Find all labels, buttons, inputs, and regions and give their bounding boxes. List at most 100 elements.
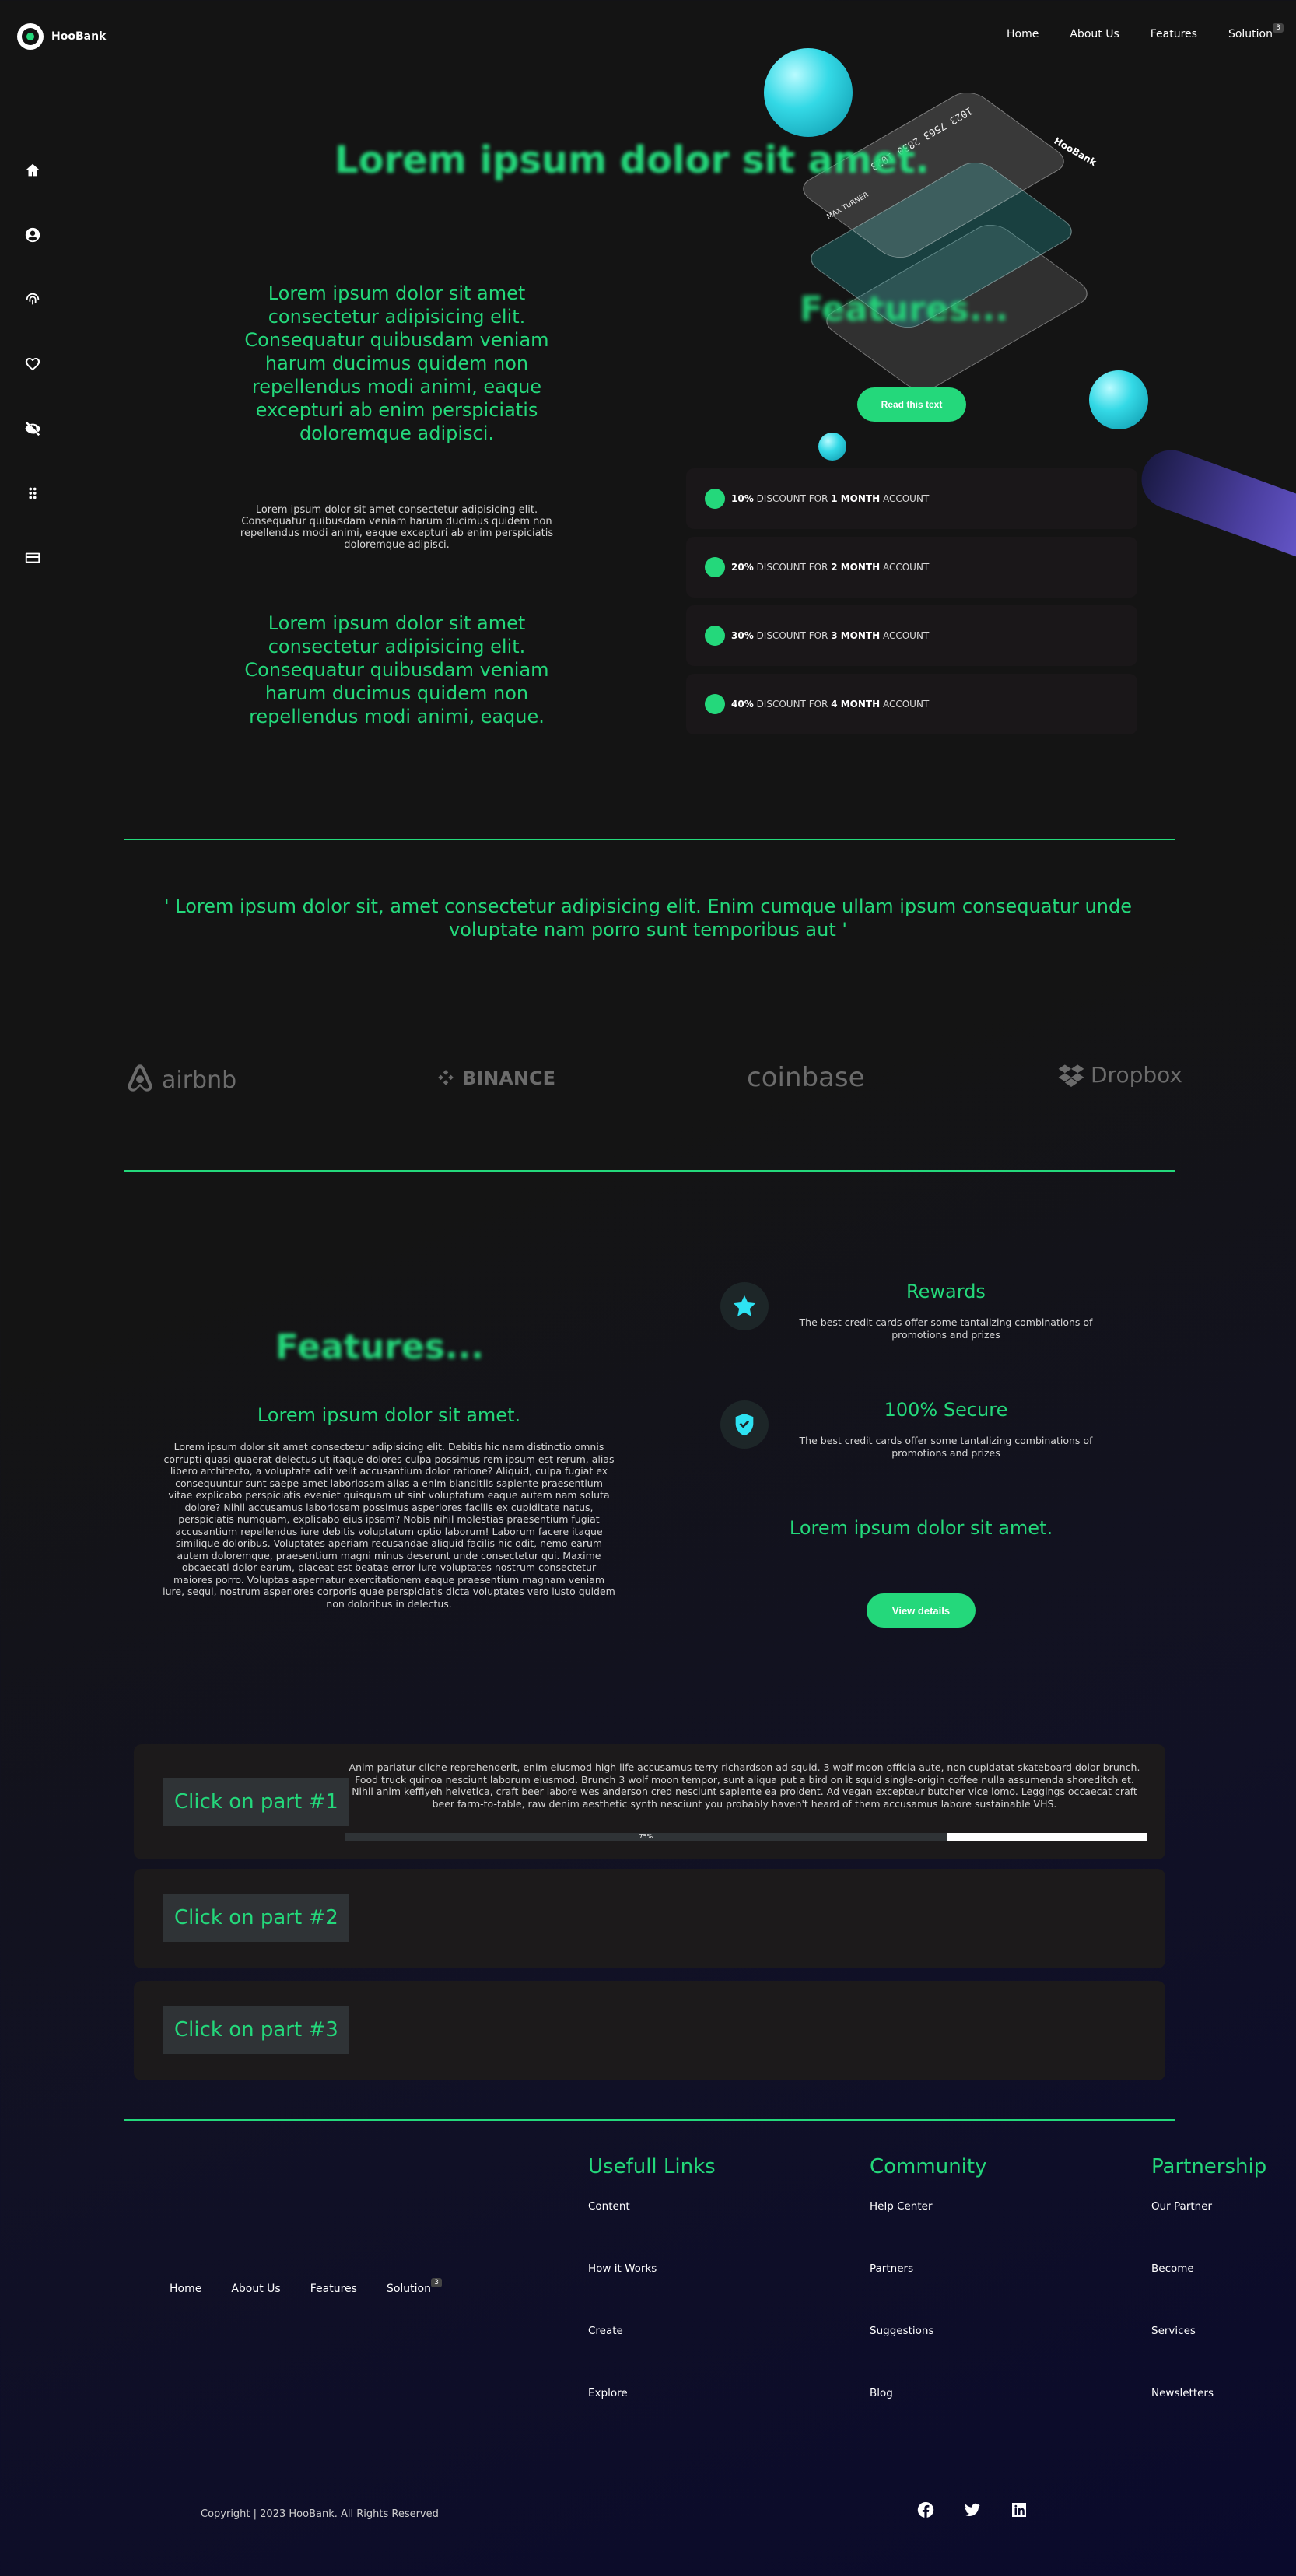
footer-link[interactable]: Explore bbox=[588, 2387, 716, 2399]
footer-col-title: Community bbox=[870, 2155, 987, 2178]
quote-text: ' Lorem ipsum dolor sit, amet consectetu… bbox=[164, 895, 1132, 941]
footer-nav-about-us[interactable]: About Us bbox=[231, 2283, 280, 2295]
logo-icon bbox=[17, 23, 44, 50]
footer-nav: Home About Us Features Solution 3 bbox=[170, 2278, 442, 2295]
brand-logo[interactable]: HooBank bbox=[17, 23, 106, 50]
part-panel-1: Click on part #1 Anim pariatur cliche re… bbox=[134, 1744, 1165, 1859]
footer-col-useful-links: Usefull Links Content How it Works Creat… bbox=[588, 2155, 716, 2449]
nav-solution[interactable]: Solution 3 bbox=[1228, 23, 1284, 40]
hero-features-blur: Features... bbox=[800, 289, 1009, 329]
part-1-progress: 75% bbox=[345, 1833, 1147, 1841]
part-2-button[interactable]: Click on part #2 bbox=[163, 1894, 349, 1942]
social-links bbox=[916, 2501, 1028, 2519]
footer-nav-solution-badge: 3 bbox=[431, 2278, 442, 2287]
copyright: Copyright | 2023 HooBank. All Rights Res… bbox=[201, 2508, 439, 2520]
decorative-pen bbox=[1133, 441, 1296, 567]
grid-icon[interactable] bbox=[22, 483, 44, 503]
discount-percent: 20% bbox=[731, 562, 754, 573]
discount-end: ACCOUNT bbox=[882, 699, 930, 710]
sphere-large bbox=[764, 48, 853, 137]
footer-col-community: Community Help Center Partners Suggestio… bbox=[870, 2155, 986, 2449]
rewards-title: Rewards bbox=[906, 1281, 986, 1302]
sidebar bbox=[22, 160, 44, 568]
facebook-icon[interactable] bbox=[916, 2501, 935, 2519]
rewards-desc: The best credit cards offer some tantali… bbox=[799, 1316, 1093, 1341]
twitter-icon[interactable] bbox=[963, 2501, 982, 2519]
footer-link[interactable]: Content bbox=[588, 2200, 716, 2213]
discount-item: 10% DISCOUNT FOR 1 MONTH ACCOUNT bbox=[686, 468, 1137, 529]
nav-features[interactable]: Features bbox=[1151, 28, 1197, 40]
secure-title: 100% Secure bbox=[884, 1399, 1008, 1421]
brand-dropbox: Dropbox bbox=[1058, 1062, 1182, 1088]
divider bbox=[124, 1170, 1175, 1172]
linkedin-icon[interactable] bbox=[1010, 2501, 1028, 2519]
airbnb-icon bbox=[128, 1064, 152, 1092]
brand-airbnb: airbnb bbox=[124, 1062, 236, 1098]
brand-airbnb-label: airbnb bbox=[162, 1066, 237, 1094]
discount-mid: DISCOUNT FOR bbox=[756, 562, 828, 573]
nav-solution-badge: 3 bbox=[1273, 23, 1284, 33]
footer-nav-home[interactable]: Home bbox=[170, 2283, 201, 2295]
part-1-text: Anim pariatur cliche reprehenderit, enim… bbox=[349, 1761, 1140, 1810]
fingerprint-icon[interactable] bbox=[22, 289, 44, 310]
discount-period: 4 MONTH bbox=[831, 699, 881, 710]
footer-link[interactable]: Suggestions bbox=[870, 2325, 986, 2337]
brand-name: HooBank bbox=[51, 30, 107, 43]
features-subtitle: Lorem ipsum dolor sit amet. bbox=[257, 1404, 521, 1426]
heart-icon[interactable] bbox=[22, 354, 44, 374]
rewards-badge bbox=[720, 1282, 769, 1330]
nav-about-us[interactable]: About Us bbox=[1070, 28, 1119, 40]
footer-nav-solution[interactable]: Solution 3 bbox=[387, 2278, 442, 2295]
divider bbox=[124, 2119, 1175, 2121]
nav-solution-label: Solution bbox=[1228, 28, 1273, 40]
home-icon[interactable] bbox=[22, 160, 44, 180]
nav-home[interactable]: Home bbox=[1007, 28, 1039, 40]
footer-link[interactable]: Partners bbox=[870, 2262, 986, 2275]
discount-period: 2 MONTH bbox=[831, 562, 881, 573]
part-3-button[interactable]: Click on part #3 bbox=[163, 2006, 349, 2054]
discount-mid: DISCOUNT FOR bbox=[756, 699, 828, 710]
brand-binance: BINANCE bbox=[436, 1067, 555, 1089]
discount-mid: DISCOUNT FOR bbox=[756, 493, 828, 504]
footer-link[interactable]: Newsletters bbox=[1151, 2387, 1266, 2399]
brand-coinbase-label: coinbase bbox=[747, 1062, 865, 1093]
discount-badge-icon bbox=[705, 694, 725, 714]
sphere-small bbox=[818, 433, 846, 461]
discount-item: 30% DISCOUNT FOR 3 MONTH ACCOUNT bbox=[686, 605, 1137, 666]
discount-item: 40% DISCOUNT FOR 4 MONTH ACCOUNT bbox=[686, 674, 1137, 734]
discount-badge-icon bbox=[705, 626, 725, 646]
discount-period: 1 MONTH bbox=[831, 493, 881, 504]
footer-link[interactable]: Blog bbox=[870, 2387, 986, 2399]
part-1-button[interactable]: Click on part #1 bbox=[163, 1778, 349, 1826]
footer-link[interactable]: Become bbox=[1151, 2262, 1266, 2275]
top-nav: Home About Us Features Solution 3 bbox=[1007, 23, 1284, 40]
footer-link[interactable]: Create bbox=[588, 2325, 716, 2337]
discount-percent: 10% bbox=[731, 493, 754, 504]
part-panel-2: Click on part #2 bbox=[134, 1869, 1165, 1968]
read-text-button[interactable]: Read this text bbox=[857, 387, 966, 422]
hero-title: Lorem ipsum dolor sit amet. bbox=[335, 138, 930, 182]
hero-paragraph-1: Lorem ipsum dolor sit amet consectetur a… bbox=[244, 282, 549, 444]
divider bbox=[124, 839, 1175, 840]
discount-item: 20% DISCOUNT FOR 2 MONTH ACCOUNT bbox=[686, 537, 1137, 598]
features-text: Lorem ipsum dolor sit amet consectetur a… bbox=[163, 1441, 615, 1610]
footer-link[interactable]: Services bbox=[1151, 2325, 1266, 2337]
footer-link[interactable]: Help Center bbox=[870, 2200, 986, 2213]
eye-off-icon[interactable] bbox=[22, 419, 44, 439]
secure-desc: The best credit cards offer some tantali… bbox=[799, 1435, 1093, 1459]
discount-badge-icon bbox=[705, 557, 725, 577]
footer-link[interactable]: Our Partner bbox=[1151, 2200, 1266, 2213]
footer-nav-features[interactable]: Features bbox=[310, 2283, 357, 2295]
discount-percent: 30% bbox=[731, 630, 754, 641]
view-details-button[interactable]: View details bbox=[867, 1593, 976, 1628]
footer-col-title: Partnership bbox=[1151, 2155, 1267, 2178]
user-icon[interactable] bbox=[22, 225, 44, 245]
discount-period: 3 MONTH bbox=[831, 630, 881, 641]
sphere-medium bbox=[1089, 370, 1148, 429]
discount-badge-icon bbox=[705, 489, 725, 509]
credit-card-icon[interactable] bbox=[22, 548, 44, 568]
star-icon bbox=[733, 1295, 756, 1316]
progress-fill: 75% bbox=[345, 1833, 947, 1841]
hero-paragraph-2: Lorem ipsum dolor sit amet consectetur a… bbox=[244, 612, 549, 727]
footer-link[interactable]: How it Works bbox=[588, 2262, 716, 2275]
